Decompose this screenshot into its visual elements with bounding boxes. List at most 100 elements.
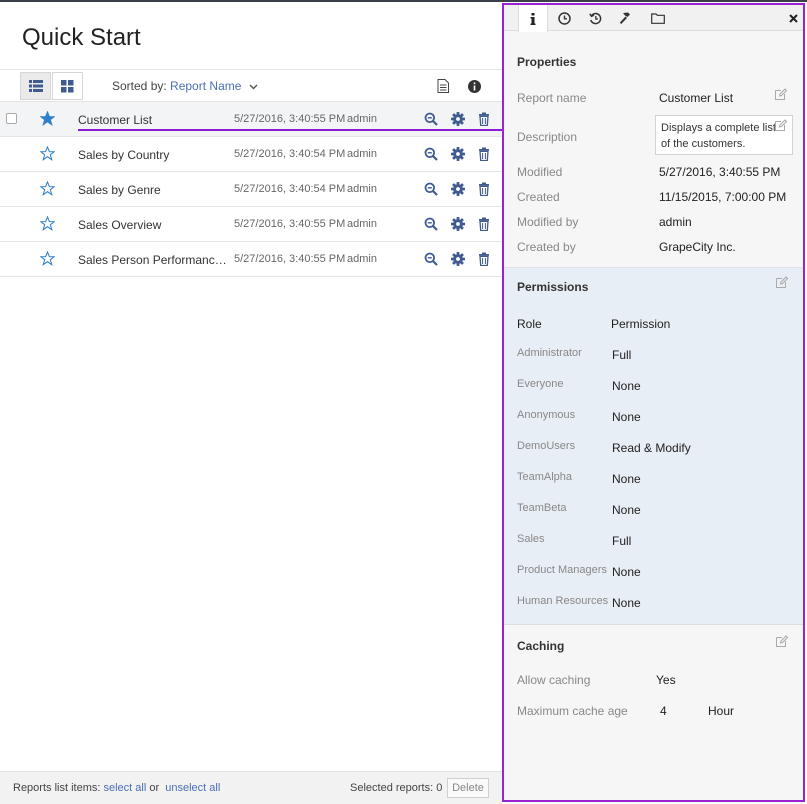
gear-icon[interactable] [451,217,465,231]
permission-value[interactable]: None [612,503,641,517]
permission-value[interactable]: Full [612,348,631,362]
report-name[interactable]: Sales by Genre [78,183,230,197]
preview-icon[interactable] [424,217,438,231]
star-icon[interactable] [40,111,55,126]
permission-role: Sales [517,533,545,545]
report-user: admin [347,253,377,265]
clock-icon [557,11,571,25]
list-view-button[interactable] [20,72,51,100]
hammer-icon [619,12,630,24]
permission-value[interactable]: None [612,379,641,393]
max-cache-age-unit: Hour [708,704,735,718]
preview-icon[interactable] [424,252,438,266]
star-icon[interactable] [40,216,55,231]
report-modified: 5/27/2016, 3:40:54 PM [234,148,346,160]
grid-view-icon [61,79,74,92]
created-by-value: GrapeCity Inc. [659,240,736,254]
or-label: or [149,782,160,794]
trash-icon[interactable] [477,147,491,161]
gear-icon[interactable] [451,182,465,196]
report-name[interactable]: Customer List [78,113,230,127]
properties-section: Properties Report name Customer List Des… [504,32,803,267]
tab-tools[interactable] [611,5,641,31]
close-panel-button[interactable] [778,5,803,31]
permission-value[interactable]: None [612,472,641,486]
table-row[interactable]: Sales by Country 5/27/2016, 3:40:54 PM a… [0,137,502,172]
close-icon [788,13,798,23]
info-icon [467,79,481,93]
created-label: Created [517,190,560,204]
delete-button[interactable]: Delete [447,778,489,798]
list-footer: Reports list items: select all or unsele… [0,771,502,804]
edit-icon[interactable] [775,635,788,648]
trash-icon[interactable] [477,182,491,196]
table-row[interactable]: Sales Overview 5/27/2016, 3:40:55 PM adm… [0,207,502,242]
trash-icon[interactable] [477,252,491,266]
history-icon [588,12,601,24]
permissions-title: Permissions [517,280,589,294]
items-label: Reports list items: [13,782,101,794]
list-toolbar: Sorted by: Report Name [0,69,502,102]
select-all-link[interactable]: select all [103,782,146,794]
grid-view-button[interactable] [52,72,83,100]
table-row[interactable]: Sales Person Performance R... 5/27/2016,… [0,242,502,277]
report-user: admin [347,113,377,125]
trash-icon[interactable] [477,112,491,126]
permission-header: Permission [611,317,671,331]
permission-value[interactable]: Full [612,534,631,548]
tab-schedule[interactable] [549,5,579,31]
report-user: admin [347,183,377,195]
preview-icon[interactable] [424,182,438,196]
permission-role: Human Resources [517,595,609,607]
created-value: 11/15/2015, 7:00:00 PM [659,190,787,204]
report-user: admin [347,148,377,160]
preview-icon[interactable] [424,112,438,126]
modified-by-label: Modified by [517,215,579,229]
modified-by-value: admin [659,215,692,229]
permission-role: TeamBeta [517,502,567,514]
permission-value[interactable]: None [612,565,641,579]
page-title: Quick Start [22,24,141,51]
star-icon[interactable] [40,251,55,266]
report-modified: 5/27/2016, 3:40:55 PM [234,113,346,125]
edit-icon[interactable] [774,88,787,101]
description-field[interactable]: Displays a complete list of the customer… [655,115,793,155]
max-cache-age-label: Maximum cache age [517,704,628,718]
trash-icon[interactable] [477,217,491,231]
report-modified: 5/27/2016, 3:40:55 PM [234,218,346,230]
gear-icon[interactable] [451,252,465,266]
info-icon [530,12,536,25]
tab-info[interactable] [518,5,548,32]
unselect-all-link[interactable]: unselect all [165,782,220,794]
report-name[interactable]: Sales by Country [78,148,230,162]
tab-location[interactable] [643,5,673,31]
report-info-button[interactable] [465,77,483,95]
edit-icon[interactable] [774,119,787,132]
report-modified: 5/27/2016, 3:40:55 PM [234,253,346,265]
preview-icon[interactable] [424,147,438,161]
max-cache-age-value: 4 [660,704,667,718]
tab-history[interactable] [580,5,610,31]
selected-count: Selected reports: 0 [350,782,443,794]
report-document-button[interactable] [434,77,452,95]
list-view-icon [28,80,43,92]
table-row[interactable]: Customer List 5/27/2016, 3:40:55 PM admi… [0,102,502,137]
report-modified: 5/27/2016, 3:40:54 PM [234,183,346,195]
chevron-down-icon [249,84,258,90]
allow-caching-value: Yes [656,673,676,687]
permission-value[interactable]: None [612,596,641,610]
permission-value[interactable]: None [612,410,641,424]
table-row[interactable]: Sales by Genre 5/27/2016, 3:40:54 PM adm… [0,172,502,207]
report-name[interactable]: Sales Person Performance R... [78,253,230,267]
edit-icon[interactable] [775,276,788,289]
row-checkbox[interactable] [6,113,17,124]
gear-icon[interactable] [451,147,465,161]
role-header: Role [517,317,542,331]
sort-dropdown[interactable]: Sorted by: Report Name [112,79,258,93]
star-icon[interactable] [40,181,55,196]
gear-icon[interactable] [451,112,465,126]
star-icon[interactable] [40,146,55,161]
report-name[interactable]: Sales Overview [78,218,230,232]
permission-value[interactable]: Read & Modify [612,441,691,455]
modified-label: Modified [517,165,563,179]
